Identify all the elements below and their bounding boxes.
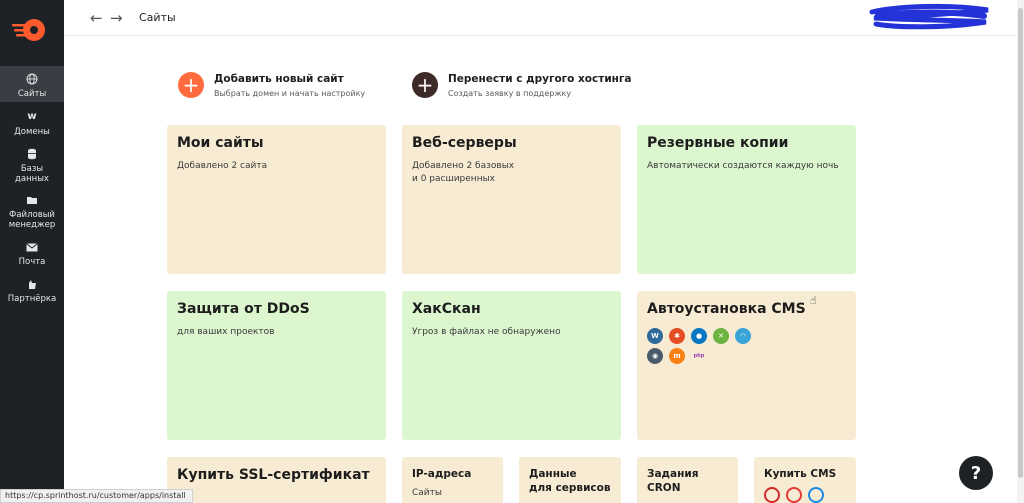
add-new-site-action[interactable]: + Добавить новый сайт Выбрать домен и на… bbox=[178, 72, 365, 98]
action-subtitle: Создать заявку в поддержку bbox=[448, 88, 572, 98]
phpbb-icon: php bbox=[693, 353, 705, 359]
card-title: Мои сайты bbox=[177, 135, 264, 151]
page-scrollbar[interactable] bbox=[1017, 0, 1024, 503]
sidebar-item-sites[interactable]: Сайты bbox=[0, 66, 64, 102]
action-subtitle: Выбрать домен и начать настройку bbox=[214, 88, 366, 98]
card-title: Веб-серверы bbox=[412, 135, 517, 151]
butterfly-icon bbox=[808, 487, 824, 503]
sidebar-item-label: Почта bbox=[18, 257, 46, 267]
card-title: Данные для сервисов bbox=[529, 468, 611, 494]
card-ddos-protection[interactable]: Защита от DDoS для ваших проектов bbox=[167, 291, 386, 440]
card-ip-addresses[interactable]: IP-адреса Сайты bbox=[402, 457, 503, 503]
database-icon bbox=[25, 147, 39, 161]
joomla-icon: ✱ bbox=[669, 328, 685, 344]
card-backups[interactable]: Резервные копии Автоматически создаются … bbox=[637, 125, 856, 274]
1c-bitrix-icon bbox=[764, 487, 780, 503]
moodle-icon: m bbox=[669, 348, 685, 364]
card-title: IP-адреса bbox=[412, 468, 472, 480]
opencart-icon: ◠ bbox=[735, 328, 751, 344]
card-subtitle: Сайты bbox=[412, 488, 442, 498]
sidebar-item-label: Базы данных bbox=[15, 164, 49, 184]
plus-icon: + bbox=[178, 72, 204, 98]
buy-cms-icon-row bbox=[764, 487, 846, 503]
card-cms-autoinstall[interactable]: Автоустановка CMS W ✱ ● ✕ ◠ ◉ m php bbox=[637, 291, 856, 440]
cms-icon-grid: W ✱ ● ✕ ◠ ◉ m php bbox=[647, 328, 753, 368]
card-buy-cms[interactable]: Купить CMS bbox=[754, 457, 856, 503]
sidebar-item-mail[interactable]: Почта bbox=[0, 240, 64, 267]
card-my-sites[interactable]: Мои сайты Добавлено 2 сайта bbox=[167, 125, 386, 274]
sprinthost-logo-icon[interactable] bbox=[10, 12, 50, 48]
card-title: Защита от DDoS bbox=[177, 301, 310, 317]
card-subtitle: Добавлено 2 базовых и 0 расширенных bbox=[412, 161, 515, 184]
back-arrow-icon[interactable]: ← bbox=[90, 9, 103, 27]
migrate-hosting-action[interactable]: + Перенести с другого хостинга Создать з… bbox=[412, 72, 632, 98]
card-subtitle: Угроз в файлах не обнаружено bbox=[412, 327, 561, 337]
sidebar-item-label: Партнёрка bbox=[7, 294, 57, 304]
top-header: ← → Сайты bbox=[64, 0, 1024, 36]
sidebar-item-label: Сайты bbox=[17, 89, 47, 99]
sidebar: Сайты w Домены Базы данных Файловый мене… bbox=[0, 0, 64, 503]
page-title: Сайты bbox=[139, 11, 176, 24]
forward-arrow-icon[interactable]: → bbox=[110, 9, 123, 27]
folder-icon bbox=[25, 193, 39, 207]
action-title: Перенести с другого хостинга bbox=[448, 72, 632, 85]
sidebar-item-domains[interactable]: w Домены bbox=[0, 110, 64, 138]
sidebar-item-file-manager[interactable]: Файловый менеджер bbox=[0, 193, 64, 230]
prestashop-icon: ◉ bbox=[647, 348, 663, 364]
scrollbar-thumb[interactable] bbox=[1018, 8, 1023, 478]
card-title: ХакСкан bbox=[412, 301, 481, 317]
sidebar-item-partner[interactable]: Партнёрка bbox=[0, 277, 64, 304]
globe-icon bbox=[25, 72, 39, 86]
card-subtitle: Добавлено 2 сайта bbox=[177, 161, 268, 171]
card-title: Задания CRON bbox=[647, 468, 699, 494]
redacted-account-scribble bbox=[869, 3, 989, 30]
sidebar-item-label: Домены bbox=[14, 127, 50, 137]
action-title: Добавить новый сайт bbox=[214, 72, 344, 85]
card-subtitle: Автоматически создаются каждую ночь bbox=[647, 161, 839, 171]
card-title: Купить SSL-сертификат bbox=[177, 467, 370, 483]
help-button[interactable]: ? bbox=[959, 456, 993, 490]
card-subtitle: для ваших проектов bbox=[177, 327, 275, 337]
sidebar-item-databases[interactable]: Базы данных bbox=[0, 147, 64, 184]
modx-icon: ✕ bbox=[713, 328, 729, 344]
card-buy-ssl[interactable]: Купить SSL-сертификат bbox=[167, 457, 386, 503]
wordpress-icon: W bbox=[647, 328, 663, 344]
plus-icon: + bbox=[412, 72, 438, 98]
drupal-icon: ● bbox=[691, 328, 707, 344]
mail-icon bbox=[25, 240, 39, 254]
hand-cursor-icon: ☝ bbox=[810, 294, 817, 307]
sidebar-item-label: Файловый менеджер bbox=[8, 210, 56, 230]
domain-w-icon: w bbox=[27, 111, 37, 122]
card-service-data[interactable]: Данные для сервисов bbox=[519, 457, 621, 503]
umi-icon bbox=[786, 487, 802, 503]
status-bar-url: https://cp.sprinthost.ru/customer/apps/i… bbox=[0, 489, 193, 503]
card-hackscan[interactable]: ХакСкан Угроз в файлах не обнаружено bbox=[402, 291, 621, 440]
card-web-servers[interactable]: Веб-серверы Добавлено 2 базовых и 0 расш… bbox=[402, 125, 621, 274]
card-title: Резервные копии bbox=[647, 135, 789, 151]
partner-icon bbox=[25, 277, 39, 291]
card-title: Купить CMS bbox=[764, 468, 837, 480]
card-cron-jobs[interactable]: Задания CRON bbox=[637, 457, 738, 503]
